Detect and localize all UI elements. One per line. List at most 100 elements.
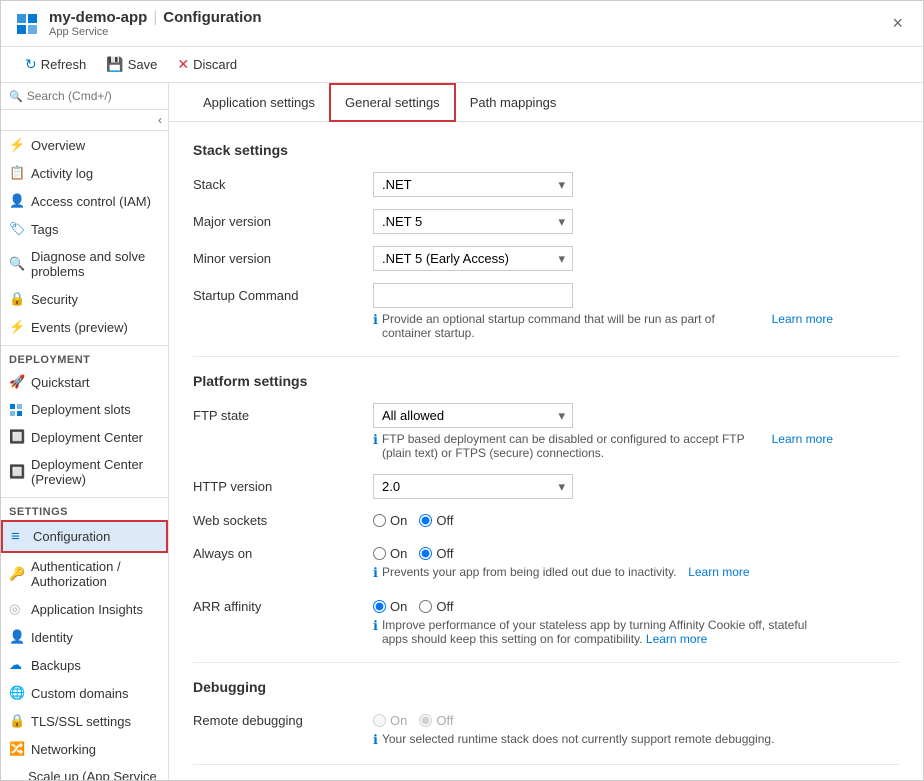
discard-icon: ✕ (177, 56, 189, 73)
stack-select[interactable]: .NET Java Node PHP (373, 172, 573, 197)
overview-icon: ⚡ (9, 137, 25, 153)
web-sockets-row: Web sockets On Off (193, 513, 899, 528)
sidebar-collapse-button[interactable]: ‹ (1, 110, 168, 131)
main-content: Application settings General settings Pa… (169, 83, 923, 780)
sidebar-item-tls-ssl[interactable]: 🔒 TLS/SSL settings (1, 707, 168, 735)
remote-debug-info-icon: ℹ (373, 732, 378, 748)
sidebar-item-scale-up[interactable]: ↑ Scale up (App Service plan) (1, 763, 168, 780)
scale-up-icon: ↑ (9, 777, 22, 781)
http-version-select[interactable]: 2.0 1.1 (373, 474, 573, 499)
remote-debug-label: Remote debugging (193, 709, 373, 728)
refresh-button[interactable]: ↻ Refresh (17, 52, 94, 77)
ftp-state-select[interactable]: All allowed FTP only FTPS only Disabled (373, 403, 573, 428)
close-button[interactable]: × (884, 9, 911, 38)
sidebar-item-activity-log[interactable]: 📋 Activity log (1, 159, 168, 187)
startup-info-icon: ℹ (373, 312, 378, 328)
sidebar-item-deployment-center-preview[interactable]: 🔲 Deployment Center (Preview) (1, 451, 168, 493)
always-on-info-icon: ℹ (373, 565, 378, 581)
section-deployment: Deployment (1, 345, 168, 368)
major-version-select-wrapper: .NET 5 .NET Core 3.1 ▾ (373, 209, 573, 234)
always-on-control: On Off (373, 542, 453, 561)
arr-affinity-row: ARR affinity On Off (193, 595, 899, 614)
http-version-row: HTTP version 2.0 1.1 ▾ (193, 474, 899, 499)
ftp-learn-more-link[interactable]: Learn more (772, 432, 833, 446)
startup-learn-more-link[interactable]: Learn more (772, 312, 833, 326)
backups-icon: ☁ (9, 657, 25, 673)
startup-command-control (373, 283, 573, 308)
stack-settings-title: Stack settings (193, 142, 899, 158)
arr-info-row: ℹ Improve performance of your stateless … (373, 618, 833, 646)
sidebar-item-iam[interactable]: 👤 Access control (IAM) (1, 187, 168, 215)
arr-affinity-off-label[interactable]: Off (419, 599, 453, 614)
arr-affinity-label: ARR affinity (193, 595, 373, 614)
sidebar-item-deployment-center[interactable]: 🔲 Deployment Center (1, 423, 168, 451)
remote-debug-info-text: Your selected runtime stack does not cur… (382, 732, 774, 746)
sidebar-item-events[interactable]: ⚡ Events (preview) (1, 313, 168, 341)
platform-settings-title: Platform settings (193, 373, 899, 389)
sidebar-item-app-insights[interactable]: ◎ Application Insights (1, 595, 168, 623)
deployment-center-preview-icon: 🔲 (9, 464, 25, 480)
search-icon: 🔍 (9, 90, 23, 103)
startup-command-input[interactable] (373, 283, 573, 308)
custom-domains-icon: 🌐 (9, 685, 25, 701)
arr-info-text: Improve performance of your stateless ap… (382, 618, 833, 646)
minor-version-row: Minor version .NET 5 (Early Access) .NET… (193, 246, 899, 271)
major-version-select[interactable]: .NET 5 .NET Core 3.1 (373, 209, 573, 234)
always-on-off-radio[interactable] (419, 547, 432, 560)
minor-version-select-wrapper: .NET 5 (Early Access) .NET 5 ▾ (373, 246, 573, 271)
always-on-label: Always on (193, 542, 373, 561)
tls-icon: 🔒 (9, 713, 25, 729)
quickstart-icon: 🚀 (9, 374, 25, 390)
arr-info-icon: ℹ (373, 618, 378, 634)
iam-icon: 👤 (9, 193, 25, 209)
ftp-state-row: FTP state All allowed FTP only FTPS only… (193, 403, 899, 428)
stack-select-wrapper: .NET Java Node PHP ▾ (373, 172, 573, 197)
arr-affinity-off-radio[interactable] (419, 600, 432, 613)
security-icon: 🔒 (9, 291, 25, 307)
always-on-off-label[interactable]: Off (419, 546, 453, 561)
arr-learn-more-link[interactable]: Learn more (646, 632, 707, 646)
sidebar-item-identity[interactable]: 👤 Identity (1, 623, 168, 651)
deployment-slots-icon (9, 403, 25, 417)
always-on-info-row: ℹ Prevents your app from being idled out… (373, 565, 833, 581)
always-on-learn-more-link[interactable]: Learn more (688, 565, 749, 579)
remote-debug-control: On Off (373, 709, 453, 728)
sidebar-item-deployment-slots[interactable]: Deployment slots (1, 396, 168, 423)
sidebar-item-custom-domains[interactable]: 🌐 Custom domains (1, 679, 168, 707)
sidebar-item-networking[interactable]: 🔀 Networking (1, 735, 168, 763)
divider-2 (193, 662, 899, 663)
tab-app-settings[interactable]: Application settings (189, 83, 329, 121)
platform-settings-section: Platform settings FTP state All allowed … (193, 373, 899, 646)
app-logo (13, 10, 41, 38)
sidebar-item-overview[interactable]: ⚡ Overview (1, 131, 168, 159)
sidebar-item-security[interactable]: 🔒 Security (1, 285, 168, 313)
always-on-on-label[interactable]: On (373, 546, 407, 561)
sidebar-item-diagnose[interactable]: 🔍 Diagnose and solve problems (1, 243, 168, 285)
sidebar-item-quickstart[interactable]: 🚀 Quickstart (1, 368, 168, 396)
divider-3 (193, 764, 899, 765)
save-button[interactable]: 💾 Save (98, 52, 165, 77)
startup-command-label: Startup Command (193, 283, 373, 303)
sidebar-item-configuration[interactable]: ≡ Configuration (1, 520, 168, 553)
web-sockets-off-radio[interactable] (419, 514, 432, 527)
minor-version-select[interactable]: .NET 5 (Early Access) .NET 5 (373, 246, 573, 271)
stack-label: Stack (193, 177, 373, 192)
discard-button[interactable]: ✕ Discard (169, 52, 245, 77)
tab-general-settings[interactable]: General settings (329, 83, 456, 122)
web-sockets-on-radio[interactable] (373, 514, 386, 527)
web-sockets-on-label[interactable]: On (373, 513, 407, 528)
sidebar-search-input[interactable] (27, 89, 160, 103)
startup-info-row: ℹ Provide an optional startup command th… (373, 312, 833, 340)
page-title: Configuration (163, 9, 261, 26)
debugging-title: Debugging (193, 679, 899, 695)
arr-affinity-on-label[interactable]: On (373, 599, 407, 614)
arr-affinity-on-radio[interactable] (373, 600, 386, 613)
web-sockets-off-label[interactable]: Off (419, 513, 453, 528)
sidebar-item-tags[interactable]: 🏷 Tags (1, 215, 168, 243)
remote-debug-on-label: On (373, 713, 407, 728)
sidebar-item-auth[interactable]: 🔑 Authentication / Authorization (1, 553, 168, 595)
always-on-on-radio[interactable] (373, 547, 386, 560)
tags-icon: 🏷 (9, 221, 25, 237)
sidebar-item-backups[interactable]: ☁ Backups (1, 651, 168, 679)
tab-path-mappings[interactable]: Path mappings (456, 83, 571, 121)
